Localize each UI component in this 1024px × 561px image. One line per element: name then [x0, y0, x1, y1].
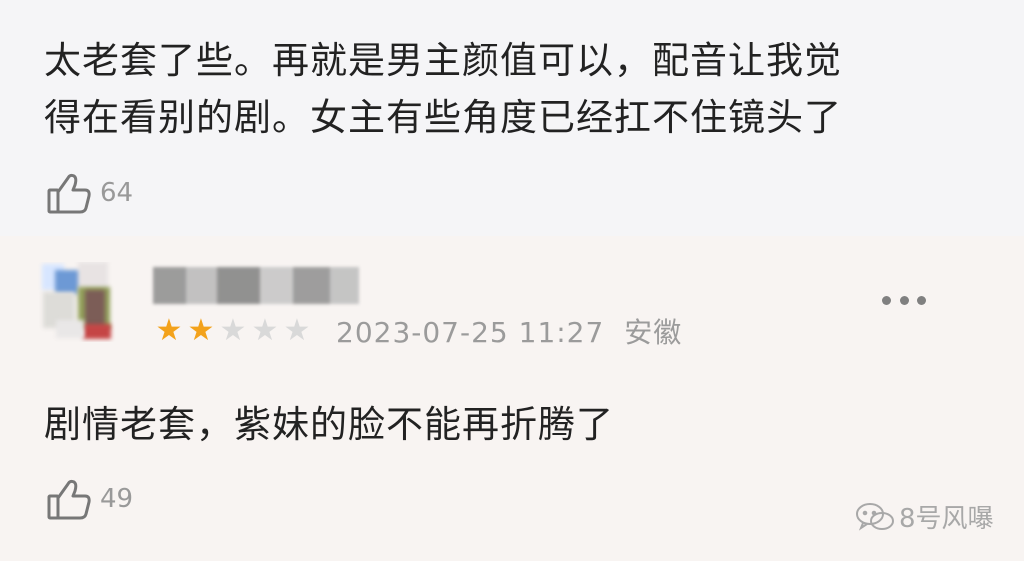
- star-icon: ★: [283, 313, 311, 348]
- star-rating: ★ ★ ★ ★ ★: [153, 314, 313, 348]
- star-icon: ★: [251, 313, 279, 348]
- comment-location: 安徽: [624, 316, 683, 349]
- username-blurred: [153, 267, 359, 304]
- thumbs-up-icon: [47, 173, 91, 214]
- comment-text: 剧情老套，紫妹的脸不能再折腾了: [44, 403, 614, 446]
- comment-text-line-2: 得在看别的剧。女主有些角度已经扛不住镜头了: [44, 96, 842, 139]
- star-icon: ★: [187, 313, 215, 348]
- comment-text-line-1: 太老套了些。再就是男主颜值可以，配音让我觉: [44, 39, 842, 82]
- comment-date: 2023-07-25 11:27: [336, 316, 605, 349]
- more-dot: [917, 295, 926, 305]
- more-horizontal-icon: [882, 295, 891, 305]
- like-button[interactable]: 64: [44, 168, 133, 218]
- comment-meta: 2023-07-25 11:27 安徽: [336, 311, 682, 351]
- thumbs-up-icon: [47, 479, 91, 520]
- watermark-text: 8号风嚗: [899, 504, 994, 534]
- avatar[interactable]: [35, 262, 121, 342]
- star-icon: ★: [155, 313, 183, 348]
- first-comment: 太老套了些。再就是男主颜值可以，配音让我觉 得在看别的剧。女主有些角度已经扛不住…: [0, 0, 1024, 236]
- wechat-icon: [856, 502, 894, 531]
- like-button[interactable]: 49: [44, 474, 133, 524]
- more-dot: [899, 295, 909, 305]
- more-options-button[interactable]: [882, 285, 926, 315]
- like-count: 64: [100, 178, 134, 208]
- watermark: 8号风嚗: [854, 498, 994, 535]
- star-icon: ★: [219, 313, 247, 348]
- like-count: 49: [100, 484, 134, 514]
